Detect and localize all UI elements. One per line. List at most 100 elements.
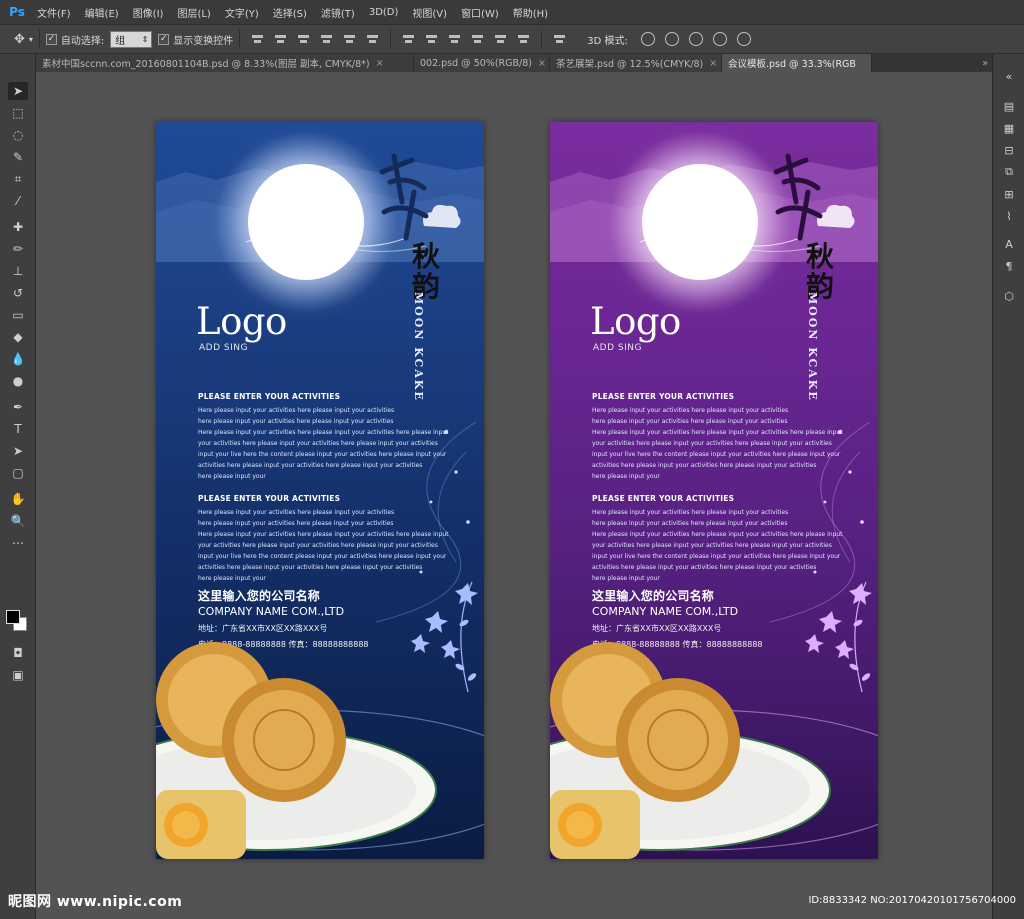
pen-tool-icon[interactable]: ✒ [8,398,28,416]
marquee-tool-icon[interactable]: ⬚ [8,104,28,122]
add-sing-text: ADD SING [593,343,642,353]
menu-layer[interactable]: 图层(L) [170,5,217,20]
close-icon[interactable]: × [538,58,546,69]
eraser-tool-icon[interactable]: ▭ [8,306,28,324]
crop-tool-icon[interactable]: ⌗ [8,170,28,188]
healing-brush-tool-icon[interactable]: ✚ [8,218,28,236]
adjustments-panel-icon[interactable]: ⊟ [1001,142,1017,158]
photoshop-window: Ps 文件(F) 编辑(E) 图像(I) 图层(L) 文字(Y) 选择(S) 滤… [0,0,1024,919]
pan-3d-icon[interactable] [688,32,703,46]
tab-label: 会议模板.psd @ 33.3%(RGB [728,59,856,70]
path-select-tool-icon[interactable]: ➤ [8,442,28,460]
align-bottom-icon[interactable] [296,32,311,46]
paragraph-panel-icon[interactable]: ¶ [1001,258,1017,274]
history-panel-icon[interactable]: ▤ [1001,98,1017,114]
align-left-icon[interactable] [319,32,334,46]
company-name-en: COMPANY NAME COM.,LTD [198,605,345,618]
activities-title: PLEASE ENTER YOUR ACTIVITIES [198,494,341,503]
lasso-tool-icon[interactable]: ◌ [8,126,28,144]
type-tool-icon[interactable]: T [8,420,28,438]
activity-line: Here please input your activities here p… [592,429,843,436]
activities-block-1: PLEASE ENTER YOUR ACTIVITIES Here please… [592,392,852,482]
distribute-bottom-icon[interactable] [447,32,462,46]
menu-image[interactable]: 图像(I) [126,5,171,20]
activity-line: Here please input your activities here p… [592,531,843,538]
blur-tool-icon[interactable]: 💧 [8,350,28,368]
dodge-tool-icon[interactable]: ● [8,372,28,390]
hand-tool-icon[interactable]: ✋ [8,490,28,508]
move-tool-icon[interactable]: ➤ [8,82,28,100]
history-brush-tool-icon[interactable]: ↺ [8,284,28,302]
move-tool-icon[interactable]: ✥ [14,32,25,47]
layers-panel-icon[interactable]: ⧉ [1001,164,1017,180]
auto-select-dropdown[interactable]: 组 ⇕ [110,30,153,48]
distribute-hcenter-icon[interactable] [493,32,508,46]
quick-mask-icon[interactable]: ◘ [8,644,28,662]
calligraphy-mid-autumn-image [773,153,823,241]
canvas-area[interactable]: 秋韵 MOON KCAKE Logo ADD SING PLEASE ENTER… [50,80,980,880]
ps-logo-icon: Ps [9,5,25,19]
panel-collapse-icon[interactable]: « [1001,68,1017,84]
paint-bucket-tool-icon[interactable]: ◆ [8,328,28,346]
menu-filter[interactable]: 滤镜(T) [314,5,362,20]
auto-align-icon[interactable] [552,32,567,46]
separator [541,30,543,48]
3d-panel-icon[interactable]: ⬡ [1001,288,1017,304]
roll-3d-icon[interactable] [664,32,679,46]
watermark-right: ID:8833342 NO:20170420101756704000 [808,895,1016,906]
menu-type[interactable]: 文字(Y) [218,5,266,20]
menu-file[interactable]: 文件(F) [30,5,78,20]
menu-window[interactable]: 窗口(W) [454,5,506,20]
show-transform-checkbox[interactable]: ✓ [158,33,170,45]
options-bar: ✥ ▾ ✓ 自动选择: 组 ⇕ ✓ 显示变换控件 3D 模式: [0,24,1024,54]
distribute-left-icon[interactable] [470,32,485,46]
close-icon[interactable]: × [709,58,717,69]
scale-3d-icon[interactable] [736,32,751,46]
menu-view[interactable]: 视图(V) [405,5,454,20]
distribute-vcenter-icon[interactable] [424,32,439,46]
activity-line: your activities here please input your a… [592,440,832,447]
tab-label: 素材中国sccnn.com_20160801104B.psd @ 8.33%(图… [42,59,370,70]
activities-title: PLEASE ENTER YOUR ACTIVITIES [592,494,735,503]
tab-document-3[interactable]: 茶艺展架.psd @ 12.5%(CMYK/8) × [550,54,722,72]
quick-select-tool-icon[interactable]: ✎ [8,148,28,166]
screen-mode-icon[interactable]: ▣ [8,666,28,684]
eyedropper-tool-icon[interactable]: ⁄ [8,192,28,210]
tab-document-1[interactable]: 素材中国sccnn.com_20160801104B.psd @ 8.33%(图… [36,54,414,72]
clone-stamp-tool-icon[interactable]: ⊥ [8,262,28,280]
paths-panel-icon[interactable]: ⌇ [1001,208,1017,224]
menu-select[interactable]: 选择(S) [266,5,314,20]
activity-line: your activities here please input your a… [592,542,832,549]
align-vcenter-icon[interactable] [273,32,288,46]
close-icon[interactable]: × [376,58,384,69]
tab-document-2[interactable]: 002.psd @ 50%(RGB/8) × [414,54,550,72]
auto-select-checkbox[interactable]: ✓ [45,33,57,45]
tool-preset-dropdown[interactable]: ▾ [29,35,33,44]
character-panel-icon[interactable]: A [1001,236,1017,252]
brush-tool-icon[interactable]: ✏ [8,240,28,258]
separator [239,30,241,48]
rotate-3d-icon[interactable] [640,32,655,46]
zoom-tool-icon[interactable]: 🔍 [8,512,28,530]
auto-select-label: 自动选择: [60,35,105,47]
align-right-icon[interactable] [365,32,380,46]
activity-line: activities here please input your activi… [198,564,423,571]
menu-help[interactable]: 帮助(H) [506,5,555,20]
distribute-top-icon[interactable] [401,32,416,46]
menu-edit[interactable]: 编辑(E) [78,5,126,20]
more-tools-icon[interactable]: ⋯ [8,534,28,552]
add-sing-text: ADD SING [199,343,248,353]
distribute-right-icon[interactable] [516,32,531,46]
align-hcenter-icon[interactable] [342,32,357,46]
channels-panel-icon[interactable]: ⊞ [1001,186,1017,202]
tab-document-4[interactable]: 会议模板.psd @ 33.3%(RGB [722,54,872,72]
align-top-icon[interactable] [250,32,265,46]
activity-line: Here please input your activities here p… [198,407,395,414]
foreground-color-swatch[interactable] [6,610,20,624]
properties-panel-icon[interactable]: ▦ [1001,120,1017,136]
tab-label: 002.psd @ 50%(RGB/8) [420,57,532,69]
slide-3d-icon[interactable] [712,32,727,46]
tabs-overflow-icon[interactable]: » [872,54,992,72]
menu-3d[interactable]: 3D(D) [362,7,406,18]
shape-tool-icon[interactable]: ▢ [8,464,28,482]
